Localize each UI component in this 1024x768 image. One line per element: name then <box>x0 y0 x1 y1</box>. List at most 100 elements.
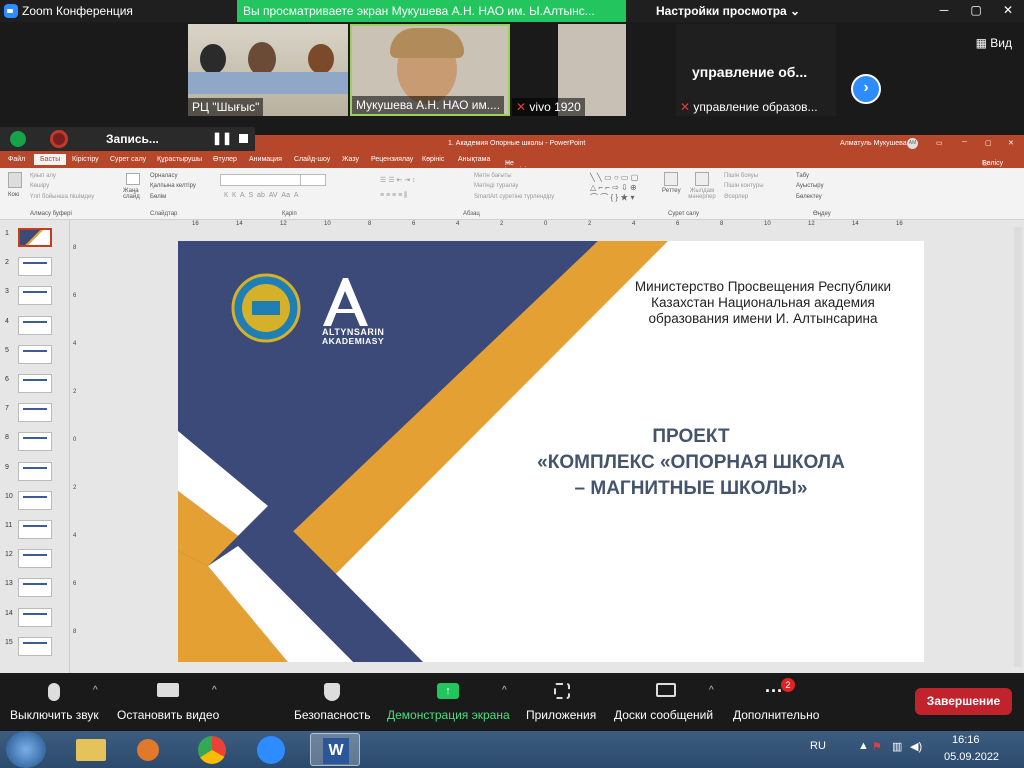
new-slide-icon[interactable] <box>126 173 140 185</box>
taskbar-media-player[interactable] <box>122 733 172 766</box>
arrange-icon[interactable] <box>664 172 678 186</box>
tab-view[interactable]: Көрініс <box>422 156 444 163</box>
restore-icon[interactable]: ▢ <box>985 139 992 147</box>
ribbon-display-icon[interactable]: ▭ <box>936 139 943 147</box>
align-buttons[interactable]: ≡ ≡ ≡ ≡ ⫼ <box>380 192 407 200</box>
group-clipboard: Алмасу буферi <box>30 211 72 217</box>
stop-video-button[interactable]: Остановить видео <box>117 673 221 731</box>
close-icon[interactable]: ✕ <box>1008 139 1014 147</box>
participant-tile[interactable]: управление об... ✕ управление образов... <box>676 24 836 116</box>
font-size-box[interactable] <box>300 174 326 186</box>
shield-icon <box>324 683 340 701</box>
stop-icon[interactable] <box>239 134 248 143</box>
slide-thumbnail[interactable] <box>18 228 52 247</box>
tab-write[interactable]: Жазу <box>342 156 359 163</box>
thumbnail-header <box>23 525 47 527</box>
zoom-toolbar: Выключить звук ^ Остановить видео ^ Безо… <box>0 673 1024 731</box>
start-button[interactable] <box>6 731 46 768</box>
maximize-icon[interactable]: ▢ <box>960 0 992 20</box>
slide-number: 3 <box>5 288 9 296</box>
thumbnail-header <box>23 466 47 469</box>
slide-thumbnail[interactable] <box>18 490 52 510</box>
next-page-arrow-icon[interactable]: › <box>851 74 881 104</box>
tab-help[interactable]: Анықтама <box>458 156 490 163</box>
screen-share-banner: Вы просматриваете экран Мукушева А.Н. НА… <box>237 0 626 22</box>
more-button[interactable]: ··· Дополнительно <box>733 673 823 731</box>
slide-thumbnail[interactable] <box>18 578 52 598</box>
minimize-icon[interactable]: ─ <box>928 0 960 20</box>
security-button[interactable]: Безопасность <box>294 673 372 731</box>
tab-transitions[interactable]: Өтулер <box>213 156 237 163</box>
chevron-up-icon[interactable]: ^ <box>709 685 714 696</box>
end-meeting-button[interactable]: Завершение <box>915 688 1012 715</box>
share-screen-button[interactable]: ↑ Демонстрация экрана <box>387 673 511 731</box>
logo-text-2: AKADEMIASY <box>322 336 385 346</box>
slide-thumbnail[interactable] <box>18 607 52 627</box>
tab-design[interactable]: Құрастырушы <box>157 156 202 163</box>
slide-number: 15 <box>5 638 13 646</box>
paste-icon[interactable] <box>8 172 22 188</box>
tab-animations[interactable]: Анимация <box>249 156 282 163</box>
flag-icon[interactable]: ⚑ <box>872 740 882 753</box>
participant-tile[interactable]: РЦ "Шығыс" <box>188 24 348 116</box>
slide-thumbnail[interactable] <box>18 432 52 452</box>
whiteboard-button[interactable]: Доски сообщений <box>614 673 718 731</box>
close-icon[interactable]: ✕ <box>992 0 1024 20</box>
mute-button[interactable]: Выключить звук <box>10 673 104 731</box>
clock-date[interactable]: 05.09.2022 <box>944 751 999 763</box>
slide-thumbnail[interactable] <box>18 315 52 335</box>
participant-tile[interactable]: ✕ vivo 1920 <box>512 24 626 116</box>
clock-time[interactable]: 16:16 <box>952 734 980 746</box>
chevron-up-icon[interactable]: ^ <box>212 685 217 696</box>
language-indicator[interactable]: RU <box>810 740 826 752</box>
quick-styles-icon[interactable] <box>695 172 709 186</box>
slide-canvas: 1921 ALTYNSARIN AKADEMIASY Министерство … <box>178 241 924 662</box>
volume-icon[interactable]: ◀) <box>910 740 922 753</box>
minimize-icon[interactable]: ─ <box>962 139 967 146</box>
ruler-tick-label: 14 <box>236 221 243 227</box>
pause-icon[interactable]: ❚❚ <box>212 131 232 145</box>
chrome-icon <box>198 736 226 764</box>
tab-slideshow[interactable]: Слайд-шоу <box>294 156 330 163</box>
thumbnail-header <box>23 612 47 615</box>
slide-thumbnail[interactable] <box>18 403 52 423</box>
project-title[interactable]: ПРОЕКТ «КОМПЛЕКС «ОПОРНАЯ ШКОЛА – МАГНИТ… <box>468 424 914 502</box>
taskbar-word[interactable]: W <box>310 733 360 766</box>
slide-number: 2 <box>5 259 9 267</box>
taskbar-chrome[interactable] <box>186 733 236 766</box>
taskbar-explorer[interactable] <box>66 733 116 766</box>
view-button[interactable]: ▦ Вид <box>976 36 1012 50</box>
slide-thumbnail[interactable] <box>18 636 52 656</box>
slide-thumbnail[interactable] <box>18 257 52 277</box>
chevron-up-icon[interactable]: ^ <box>502 685 507 696</box>
apps-button[interactable]: Приложения <box>526 673 600 731</box>
powerpoint-window: 1. Академия Опорные школы - PowerPoint А… <box>0 135 1024 673</box>
slide-thumbnail[interactable] <box>18 520 52 539</box>
slide-thumbnail[interactable] <box>18 344 52 364</box>
vertical-scrollbar[interactable] <box>1014 227 1022 667</box>
network-icon[interactable]: ▥ <box>892 740 902 753</box>
slide-thumbnail[interactable] <box>18 549 52 569</box>
tab-file[interactable]: Файл <box>8 156 25 163</box>
show-hidden-icons[interactable]: ▲ <box>858 740 869 752</box>
ruler-tick-label: 4 <box>73 533 77 539</box>
tab-insert[interactable]: Кірістіру <box>72 156 99 163</box>
slide-thumbnail[interactable] <box>18 374 52 393</box>
slide-thumbnail[interactable] <box>18 286 52 306</box>
tab-home[interactable]: Басты <box>34 154 67 165</box>
participant-tile-active[interactable]: Мукушева А.Н. НАО им.... <box>350 24 510 116</box>
view-settings-dropdown[interactable]: Настройки просмотра ⌄ <box>656 4 800 18</box>
chevron-up-icon[interactable]: ^ <box>93 685 98 696</box>
list-buttons[interactable]: ☰ ☰ ⇤ ⇥ ↕ <box>380 176 416 184</box>
thumbnail-header <box>23 408 47 411</box>
slide-thumbnail[interactable] <box>18 461 52 481</box>
font-style-buttons[interactable]: К К А S ab AV Aa A <box>224 192 299 199</box>
tab-review[interactable]: Рецензиялау <box>371 156 413 163</box>
participant-name: ✕ управление образов... <box>680 100 818 114</box>
taskbar-zoom[interactable] <box>245 733 295 766</box>
slide-number: 11 <box>5 522 13 529</box>
tab-draw[interactable]: Сурет салу <box>110 156 146 163</box>
shapes-gallery[interactable]: ╲ ╲ ▭ ○ ▭ ▢ △ ⌐ ⌐ ⇨ ⇩ ⊕ ⌒ ⌒ { } ★ ▾ <box>590 173 656 202</box>
user-avatar[interactable]: АМ <box>907 138 918 149</box>
ministry-text[interactable]: Министерство Просвещения Республики Каза… <box>618 279 908 327</box>
